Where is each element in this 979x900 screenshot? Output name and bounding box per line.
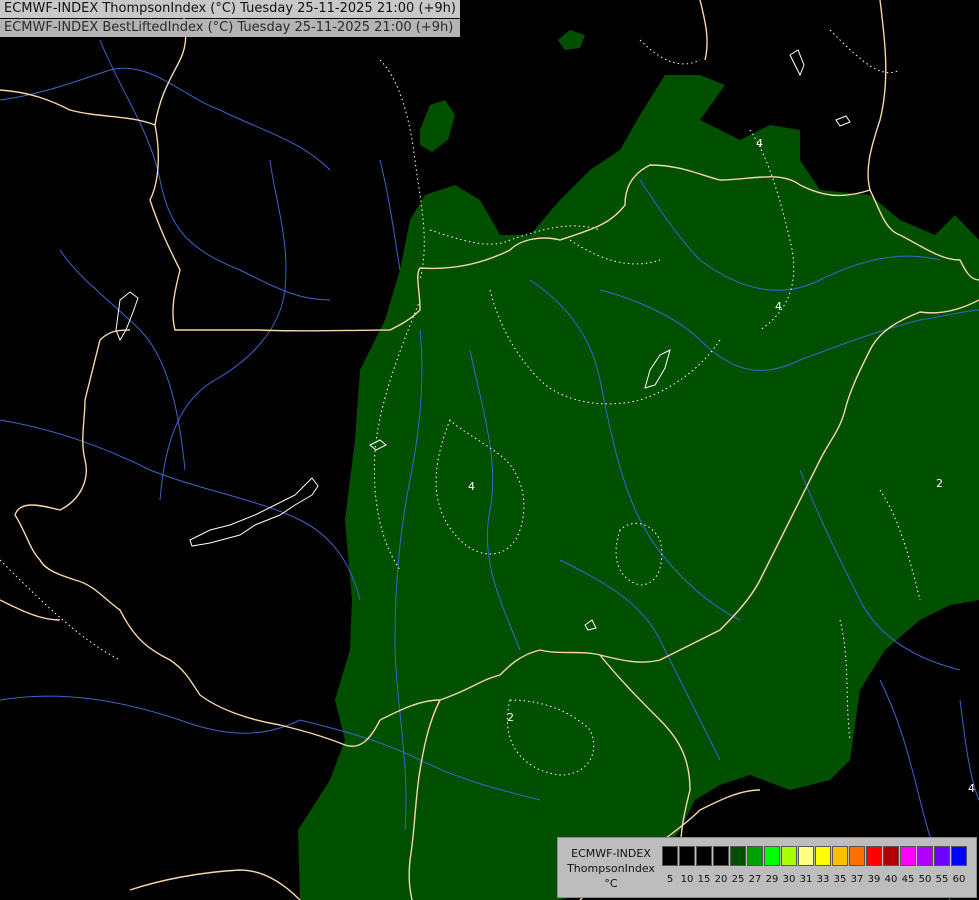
legend-swatch bbox=[662, 846, 678, 866]
index-field-area bbox=[298, 75, 979, 900]
legend-tick-label: 60 bbox=[952, 874, 966, 885]
legend-tick-label: 29 bbox=[765, 874, 779, 885]
legend-tick-label: 45 bbox=[901, 874, 915, 885]
weather-map-page: 4 4 4 2 2 4 ECMWF-INDEX ThompsonIndex (°… bbox=[0, 0, 979, 900]
legend-swatch bbox=[815, 846, 831, 866]
legend-tick-label: 40 bbox=[884, 874, 898, 885]
legend-tick-row: 5 10 15 20 25 27 29 30 31 33 35 37 39 40 45 50 55 60 bbox=[662, 874, 972, 888]
legend-swatch bbox=[883, 846, 899, 866]
legend-swatch bbox=[832, 846, 848, 866]
map-title-thompson: ECMWF-INDEX ThompsonIndex (°C) Tuesday 2… bbox=[0, 0, 460, 18]
contour-label: 4 bbox=[775, 300, 782, 313]
map-title-block: ECMWF-INDEX ThompsonIndex (°C) Tuesday 2… bbox=[0, 0, 460, 37]
legend-swatch bbox=[866, 846, 882, 866]
legend-tick-label: 50 bbox=[918, 874, 932, 885]
legend-tick-label: 15 bbox=[697, 874, 711, 885]
map-title-lifted: ECMWF-INDEX BestLiftedIndex (°C) Tuesday… bbox=[0, 19, 460, 37]
legend-swatch bbox=[900, 846, 916, 866]
legend-swatch bbox=[951, 846, 967, 866]
legend-swatch bbox=[798, 846, 814, 866]
legend-tick-label: 20 bbox=[714, 874, 728, 885]
legend-color-bar bbox=[662, 846, 968, 866]
contour-label: 4 bbox=[968, 782, 975, 795]
contour-label: 2 bbox=[507, 711, 514, 724]
color-legend: ECMWF-INDEX ThompsonIndex °C 5 10 15 20 25 27… bbox=[557, 837, 977, 898]
legend-swatch bbox=[730, 846, 746, 866]
contour-label: 2 bbox=[936, 477, 943, 490]
legend-swatch bbox=[781, 846, 797, 866]
legend-swatch bbox=[849, 846, 865, 866]
legend-tick-label: 31 bbox=[799, 874, 813, 885]
legend-tick-label: 37 bbox=[850, 874, 864, 885]
legend-tick-label: 5 bbox=[666, 874, 674, 885]
index-field-blob bbox=[420, 100, 455, 152]
legend-swatch bbox=[679, 846, 695, 866]
legend-swatch bbox=[917, 846, 933, 866]
legend-tick-label: 55 bbox=[935, 874, 949, 885]
legend-label-source: ECMWF-INDEX bbox=[571, 847, 651, 860]
legend-tick-label: 30 bbox=[782, 874, 796, 885]
contour-label: 4 bbox=[756, 137, 763, 150]
contour-label: 4 bbox=[468, 480, 475, 493]
legend-swatch bbox=[764, 846, 780, 866]
legend-tick-label: 39 bbox=[867, 874, 881, 885]
legend-swatch bbox=[747, 846, 763, 866]
map-canvas: 4 4 4 2 2 4 bbox=[0, 0, 979, 900]
legend-tick-label: 27 bbox=[748, 874, 762, 885]
legend-label-unit: °C bbox=[604, 877, 618, 890]
legend-label-variable: ThompsonIndex bbox=[567, 862, 655, 875]
legend-label-block: ECMWF-INDEX ThompsonIndex °C bbox=[562, 846, 660, 891]
legend-swatch bbox=[696, 846, 712, 866]
legend-tick-label: 25 bbox=[731, 874, 745, 885]
index-field-blob-small bbox=[558, 30, 585, 50]
legend-tick-label: 33 bbox=[816, 874, 830, 885]
legend-swatch bbox=[934, 846, 950, 866]
legend-tick-label: 10 bbox=[680, 874, 694, 885]
legend-swatch bbox=[713, 846, 729, 866]
legend-tick-label: 35 bbox=[833, 874, 847, 885]
